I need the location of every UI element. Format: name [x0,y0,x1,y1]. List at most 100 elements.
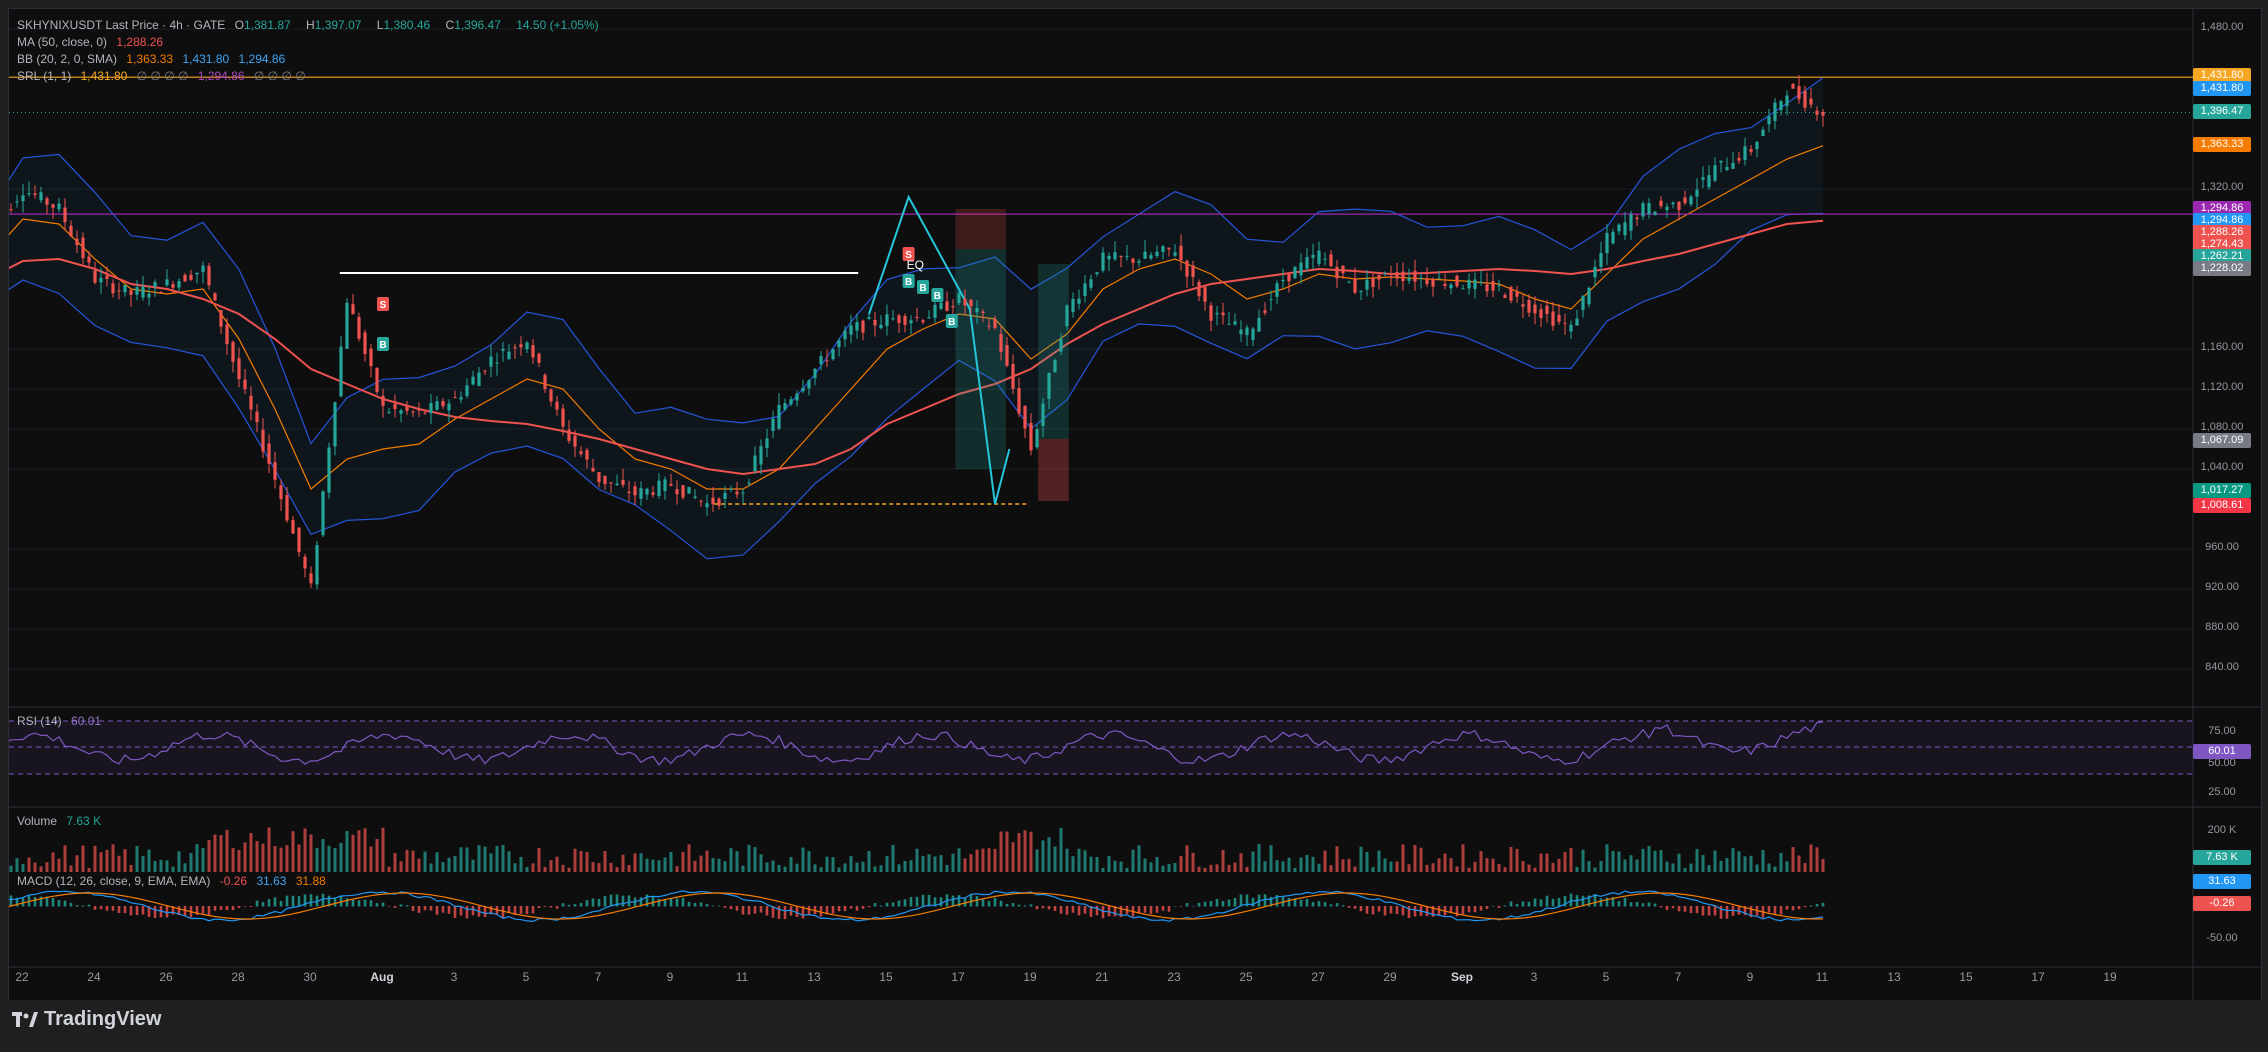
macd-histogram-bar [471,906,475,916]
volume-bar [1419,847,1423,872]
macd-histogram-bar [525,906,529,915]
macd-histogram-bar [1617,901,1621,907]
volume-bar [1317,863,1321,872]
volume-bar [717,858,721,872]
macd-line-label: 31.63 [2193,874,2251,889]
legend-srl[interactable]: SRL (1, 1) 1,431.80 ∅ ∅ ∅ ∅ 1,294.86 ∅ ∅… [17,69,312,83]
volume-bar [573,848,577,872]
volume-bar [1725,858,1729,872]
volume-bar [957,848,961,872]
candle-body [1299,262,1303,276]
ohlc-open: O1,381.87 [235,18,297,32]
candle-body [741,492,745,494]
candle-body [249,395,253,410]
candle-body [543,374,547,389]
price-tick: 840.00 [2205,661,2239,673]
chart-canvas[interactable]: SBSBBBBEQ [9,9,2261,1001]
volume-bar [537,848,541,872]
macd-histogram-bar [99,906,103,910]
volume-bar [1665,861,1669,872]
position2-stop-box [1038,439,1069,501]
volume-bar [1821,858,1825,872]
volume-bar [411,850,415,872]
macd-histogram-bar [867,906,871,908]
high-label: H [306,18,315,32]
candle-body [219,310,223,327]
candle-body [711,497,715,505]
legend-ma[interactable]: MA (50, close, 0) 1,288.26 [17,35,169,49]
macd-histogram-bar [1335,903,1339,907]
volume-bar [1059,827,1063,872]
volume-bar [1005,831,1009,872]
volume-bar [1713,850,1717,872]
price-tick: 960.00 [2205,541,2239,553]
candle-body [765,438,769,449]
volume-bar [1731,848,1735,872]
volume-bar [321,838,325,872]
candle-body [915,316,919,318]
macd-histogram-bar [1791,906,1795,911]
macd-histogram-bar [885,902,889,907]
macd-histogram-bar [153,906,157,918]
volume-bar [1023,830,1027,872]
macd-histogram-bar [291,895,295,907]
volume-bar [1779,853,1783,872]
volume-bar [1467,867,1471,872]
volume-bar [615,867,619,872]
candle-body [417,408,421,411]
volume-bar [1503,867,1507,872]
macd-histogram-bar [591,898,595,907]
legend-volume[interactable]: Volume 7.63 K [17,814,107,828]
candle-body [1239,329,1243,335]
volume-bar [771,860,775,872]
buy-signal-text: B [379,340,386,351]
srl-value-1: 1,431.80 [80,69,128,83]
volume-bar [987,848,991,872]
volume-bar [1635,859,1639,872]
candle-body [1065,305,1069,327]
bb-lower-value: 1,294.86 [238,52,286,66]
candle-body [1311,254,1315,259]
volume-bar [87,867,91,872]
macd-histogram-bar [1209,901,1213,907]
candle-body [951,306,955,308]
legend-macd[interactable]: MACD (12, 26, close, 9, EMA, EMA) -0.26 … [17,874,332,888]
volume-bar [963,858,967,872]
legend-bb[interactable]: BB (20, 2, 0, SMA) 1,363.33 1,431.80 1,2… [17,52,291,66]
candle-body [813,368,817,379]
candle-body [789,399,793,405]
volume-bar [609,862,613,872]
candle-body [747,482,751,484]
volume-bar [201,848,205,872]
macd-histogram-bar [369,900,373,907]
macd-histogram-bar [1407,906,1411,918]
volume-bar [1221,849,1225,872]
chart-frame[interactable]: S B S B B B B EQ [8,8,2262,1002]
macd-histogram-bar [861,906,865,909]
candle-body [1689,196,1693,205]
macd-histogram-bar [141,906,145,915]
volume-bar [423,851,427,872]
macd-histogram-bar [999,900,1003,907]
candle-body [321,491,325,536]
volume-bar [1029,831,1033,872]
macd-histogram-bar [657,898,661,907]
macd-histogram-bar [831,906,835,914]
volume-bar [1161,865,1165,872]
macd-histogram-bar [981,899,985,907]
candle-body [525,342,529,350]
volume-bar [1767,863,1771,872]
candle-body [591,467,595,472]
volume-bar [1803,863,1807,872]
macd-histogram-bar [1473,906,1477,913]
time-tick: 26 [159,970,173,984]
legend-rsi[interactable]: RSI (14) 60.01 [17,714,107,728]
candle-body [1737,157,1741,161]
tradingview-logo[interactable]: TradingView [12,1008,161,1031]
candle-body [1377,274,1381,280]
candle-body [51,204,55,208]
candle-body [105,275,109,279]
candle-body [777,404,781,429]
volume-bar [1083,850,1087,872]
volume-bar [207,840,211,872]
